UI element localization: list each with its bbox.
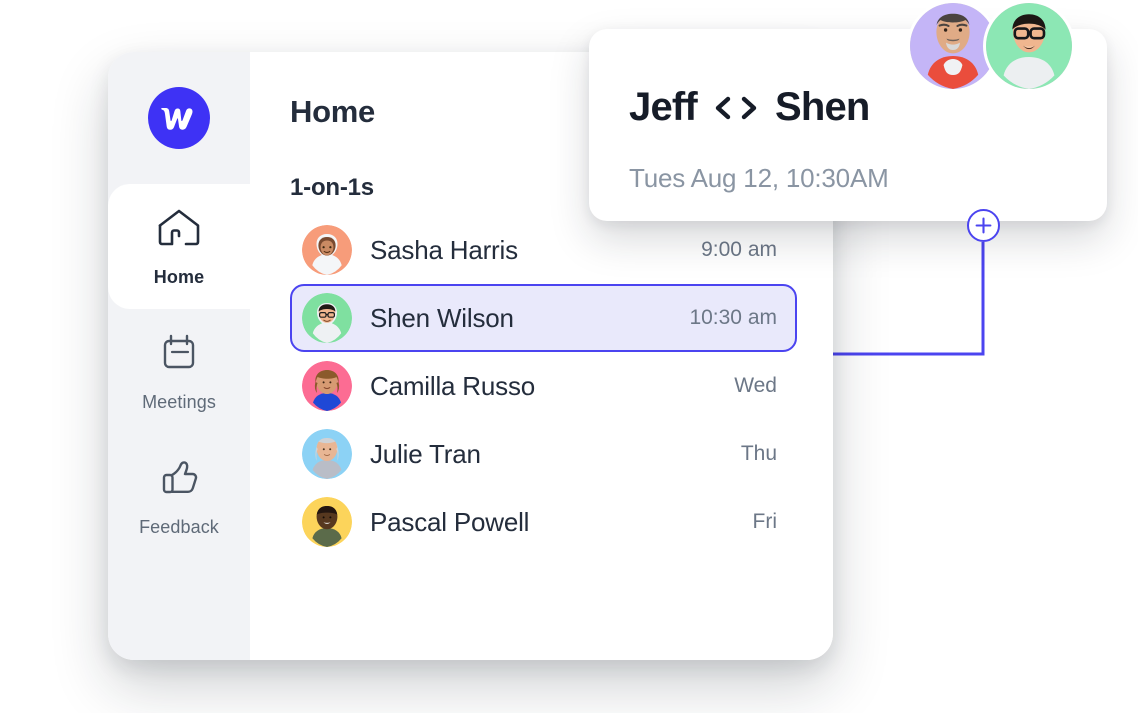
list-item-name: Camilla Russo (370, 370, 536, 401)
sidebar-item-home[interactable]: Home (108, 184, 250, 309)
list-item-name: Sasha Harris (370, 234, 518, 265)
list-item[interactable]: Julie Tran Thu (290, 420, 797, 488)
home-icon (155, 206, 203, 255)
avatar (302, 293, 352, 343)
meeting-title: Jeff Shen (629, 85, 870, 130)
avatar (983, 0, 1075, 92)
list-item[interactable]: Pascal Powell Fri (290, 488, 797, 556)
app-logo[interactable] (108, 52, 250, 184)
meeting-title-right: Shen (774, 85, 870, 129)
list-item-name: Julie Tran (370, 438, 481, 469)
sidebar: Home Meetings Feedback (108, 52, 250, 660)
list-item[interactable]: Shen Wilson 10:30 am (290, 284, 797, 352)
avatar (302, 361, 352, 411)
sidebar-item-label: Meetings (142, 391, 216, 412)
thumbs-up-icon (156, 456, 202, 505)
screenshot-stage: Home Meetings Feedback Home 1-on-1s Sash… (0, 0, 1138, 713)
list-item-time: Thu (740, 442, 777, 465)
plus-icon (975, 217, 992, 234)
list-item-time: 9:00 am (701, 238, 777, 261)
meeting-title-left: Jeff (629, 85, 698, 129)
meeting-participants-avatars (907, 0, 1075, 92)
list-item-time: Wed (734, 374, 777, 397)
calendar-icon (157, 331, 201, 380)
webflow-logo-icon (148, 87, 210, 149)
one-on-one-list: Sasha Harris 9:00 am Shen Wilson 10:30 a… (290, 216, 797, 556)
sidebar-nav: Home Meetings Feedback (108, 184, 250, 559)
sidebar-item-label: Home (153, 266, 205, 287)
avatar (302, 429, 352, 479)
exchange-arrows-icon (711, 93, 761, 123)
avatar (302, 497, 352, 547)
list-item-name: Shen Wilson (370, 302, 514, 333)
add-meeting-button[interactable] (967, 209, 1000, 242)
list-item[interactable]: Camilla Russo Wed (290, 352, 797, 420)
list-item[interactable]: Sasha Harris 9:00 am (290, 216, 797, 284)
sidebar-item-label: Feedback (139, 516, 219, 537)
list-item-name: Pascal Powell (370, 506, 530, 537)
list-item-time: 10:30 am (689, 306, 777, 329)
avatar (302, 225, 352, 275)
sidebar-item-meetings[interactable]: Meetings (108, 309, 250, 434)
sidebar-item-feedback[interactable]: Feedback (108, 434, 250, 559)
meeting-card[interactable]: Jeff Shen Tues Aug 12, 10:30AM (589, 0, 1107, 221)
meeting-datetime: Tues Aug 12, 10:30AM (629, 163, 889, 193)
list-item-time: Fri (752, 510, 778, 533)
